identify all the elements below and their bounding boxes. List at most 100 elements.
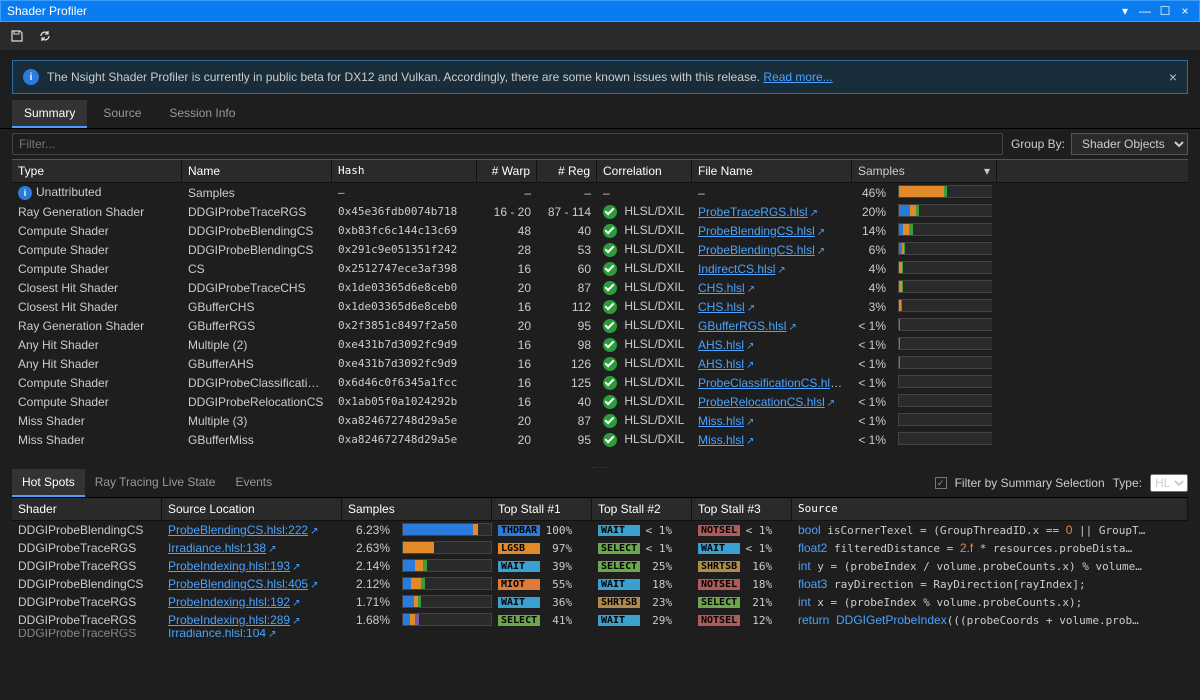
file-link[interactable]: Miss.hlsl: [698, 433, 744, 447]
external-icon: ↗: [746, 360, 754, 371]
cell-file: ProbeClassificationCS.hlsl↗: [692, 375, 852, 391]
col-filename[interactable]: File Name: [692, 160, 852, 182]
cell-name: GBufferCHS: [182, 299, 332, 315]
hotspot-row[interactable]: DDGIProbeTraceRGSProbeIndexing.hlsl:289↗…: [12, 611, 1188, 629]
table-row[interactable]: Compute ShaderDDGIProbeBlendingCS0xb83fc…: [12, 221, 1188, 240]
bcol-shader[interactable]: Shader: [12, 498, 162, 520]
tab-summary[interactable]: Summary: [12, 100, 87, 128]
cell-bar: [396, 540, 492, 557]
table-row[interactable]: Compute ShaderDDGIProbeBlendingCS0x291c9…: [12, 240, 1188, 259]
col-samples[interactable]: Samples▾: [852, 160, 997, 182]
filter-checkbox[interactable]: ✓: [935, 477, 947, 489]
cell-pct: < 1%: [852, 375, 892, 391]
cell-file: CHS.hlsl↗: [692, 299, 852, 315]
file-link[interactable]: IndirectCS.hlsl: [698, 262, 775, 276]
file-link[interactable]: ProbeBlendingCS.hlsl: [698, 243, 815, 257]
file-link[interactable]: GBufferRGS.hlsl: [698, 319, 786, 333]
maximize-icon[interactable]: ☐: [1157, 3, 1173, 19]
type-select[interactable]: HL: [1150, 474, 1188, 492]
bcol-stall2[interactable]: Top Stall #2: [592, 498, 692, 520]
tab-hotspots[interactable]: Hot Spots: [12, 469, 85, 497]
col-reg[interactable]: # Reg: [537, 160, 597, 182]
cell-name: CS: [182, 261, 332, 277]
check-icon: [603, 281, 617, 295]
bcol-source[interactable]: Source: [792, 498, 1188, 520]
col-hash[interactable]: Hash: [332, 160, 477, 182]
hotspot-row[interactable]: DDGIProbeBlendingCSProbeBlendingCS.hlsl:…: [12, 575, 1188, 593]
location-link[interactable]: ProbeIndexing.hlsl:193: [168, 559, 290, 573]
tab-session-info[interactable]: Session Info: [157, 100, 247, 128]
save-icon[interactable]: [8, 27, 26, 45]
external-icon: ↗: [817, 246, 825, 257]
info-icon: i: [18, 186, 32, 200]
col-warp[interactable]: # Warp: [477, 160, 537, 182]
location-link[interactable]: Irradiance.hlsl:138: [168, 541, 266, 555]
cell-corr: HLSL/DXIL: [597, 355, 692, 372]
location-link[interactable]: ProbeIndexing.hlsl:289: [168, 613, 290, 627]
table-row[interactable]: Closest Hit ShaderGBufferCHS0x1de03365d6…: [12, 297, 1188, 316]
read-more-link[interactable]: Read more...: [763, 70, 832, 84]
minimize-icon[interactable]: —: [1137, 3, 1153, 19]
filter-input[interactable]: [12, 133, 1003, 155]
table-row[interactable]: Ray Generation ShaderGBufferRGS0x2f3851c…: [12, 316, 1188, 335]
dropdown-icon[interactable]: ▾: [1117, 3, 1133, 19]
file-link[interactable]: CHS.hlsl: [698, 281, 745, 295]
table-row[interactable]: Closest Hit ShaderDDGIProbeTraceCHS0x1de…: [12, 278, 1188, 297]
table-row[interactable]: Ray Generation ShaderDDGIProbeTraceRGS0x…: [12, 202, 1188, 221]
cell-corr: HLSL/DXIL: [597, 412, 692, 429]
file-link[interactable]: AHS.hlsl: [698, 338, 744, 352]
col-name[interactable]: Name: [182, 160, 332, 182]
hotspot-row[interactable]: DDGIProbeTraceRGSProbeIndexing.hlsl:192↗…: [12, 593, 1188, 611]
cell-warp: 20: [477, 318, 537, 334]
splitter[interactable]: ……: [0, 461, 1200, 467]
file-link[interactable]: ProbeBlendingCS.hlsl: [698, 224, 815, 238]
location-link[interactable]: ProbeIndexing.hlsl:192: [168, 595, 290, 609]
hotspot-row[interactable]: DDGIProbeTraceRGSIrradiance.hlsl:138↗2.6…: [12, 539, 1188, 557]
external-icon: ↗: [810, 208, 818, 219]
tab-rt-state[interactable]: Ray Tracing Live State: [85, 469, 226, 497]
col-type[interactable]: Type: [12, 160, 182, 182]
tab-events[interactable]: Events: [225, 469, 282, 497]
cell-loc: ProbeIndexing.hlsl:289↗: [162, 612, 342, 628]
table-row[interactable]: Miss ShaderGBufferMiss0xa824672748d29a5e…: [12, 430, 1188, 449]
check-icon: [603, 395, 617, 409]
stall-cell: MIOT55%: [492, 577, 592, 592]
groupby-label: Group By:: [1011, 137, 1065, 151]
bcol-stall3[interactable]: Top Stall #3: [692, 498, 792, 520]
file-link[interactable]: CHS.hlsl: [698, 300, 745, 314]
file-link[interactable]: ProbeClassificationCS.hlsl: [698, 376, 842, 390]
location-link[interactable]: ProbeBlendingCS.hlsl:222: [168, 523, 308, 537]
bcol-location[interactable]: Source Location: [162, 498, 342, 520]
cell-type: Compute Shader: [12, 242, 182, 258]
hotspot-row[interactable]: DDGIProbeBlendingCSProbeBlendingCS.hlsl:…: [12, 521, 1188, 539]
hotspot-row[interactable]: DDGIProbeTraceRGSProbeIndexing.hlsl:193↗…: [12, 557, 1188, 575]
file-link[interactable]: ProbeTraceRGS.hlsl: [698, 205, 808, 219]
table-row[interactable]: iUnattributedSamples–––––46%: [12, 183, 1188, 202]
table-row[interactable]: Any Hit ShaderMultiple (2)0xe431b7d3092f…: [12, 335, 1188, 354]
tab-source[interactable]: Source: [91, 100, 153, 128]
table-row[interactable]: Any Hit ShaderGBufferAHS0xe431b7d3092fc9…: [12, 354, 1188, 373]
table-row[interactable]: Compute ShaderDDGIProbeRelocationCS0x1ab…: [12, 392, 1188, 411]
check-icon: [603, 433, 617, 447]
table-row[interactable]: Compute ShaderDDGIProbeClassificationCS0…: [12, 373, 1188, 392]
refresh-icon[interactable]: [36, 27, 54, 45]
cell-name: GBufferAHS: [182, 356, 332, 372]
location-link[interactable]: ProbeBlendingCS.hlsl:405: [168, 577, 308, 591]
cell-bar: [396, 594, 492, 611]
col-correlation[interactable]: Correlation: [597, 160, 692, 182]
table-row[interactable]: Miss ShaderMultiple (3)0xa824672748d29a5…: [12, 411, 1188, 430]
bcol-stall1[interactable]: Top Stall #1: [492, 498, 592, 520]
filter-label: Filter by Summary Selection: [955, 476, 1105, 490]
hotspot-row[interactable]: DDGIProbeTraceRGSIrradiance.hlsl:104↗: [12, 629, 1188, 637]
groupby-select[interactable]: Shader Objects: [1071, 133, 1188, 155]
file-link[interactable]: ProbeRelocationCS.hlsl: [698, 395, 825, 409]
cell-reg: 87 - 114: [537, 204, 597, 220]
close-icon[interactable]: ×: [1177, 3, 1193, 19]
cell-warp: –: [477, 185, 537, 201]
file-link[interactable]: Miss.hlsl: [698, 414, 744, 428]
file-link[interactable]: AHS.hlsl: [698, 357, 744, 371]
bcol-samples[interactable]: Samples: [342, 498, 492, 520]
table-row[interactable]: Compute ShaderCS0x2512747ece3af3981660 H…: [12, 259, 1188, 278]
cell-corr: HLSL/DXIL: [597, 241, 692, 258]
notice-close-icon[interactable]: ×: [1169, 69, 1177, 85]
